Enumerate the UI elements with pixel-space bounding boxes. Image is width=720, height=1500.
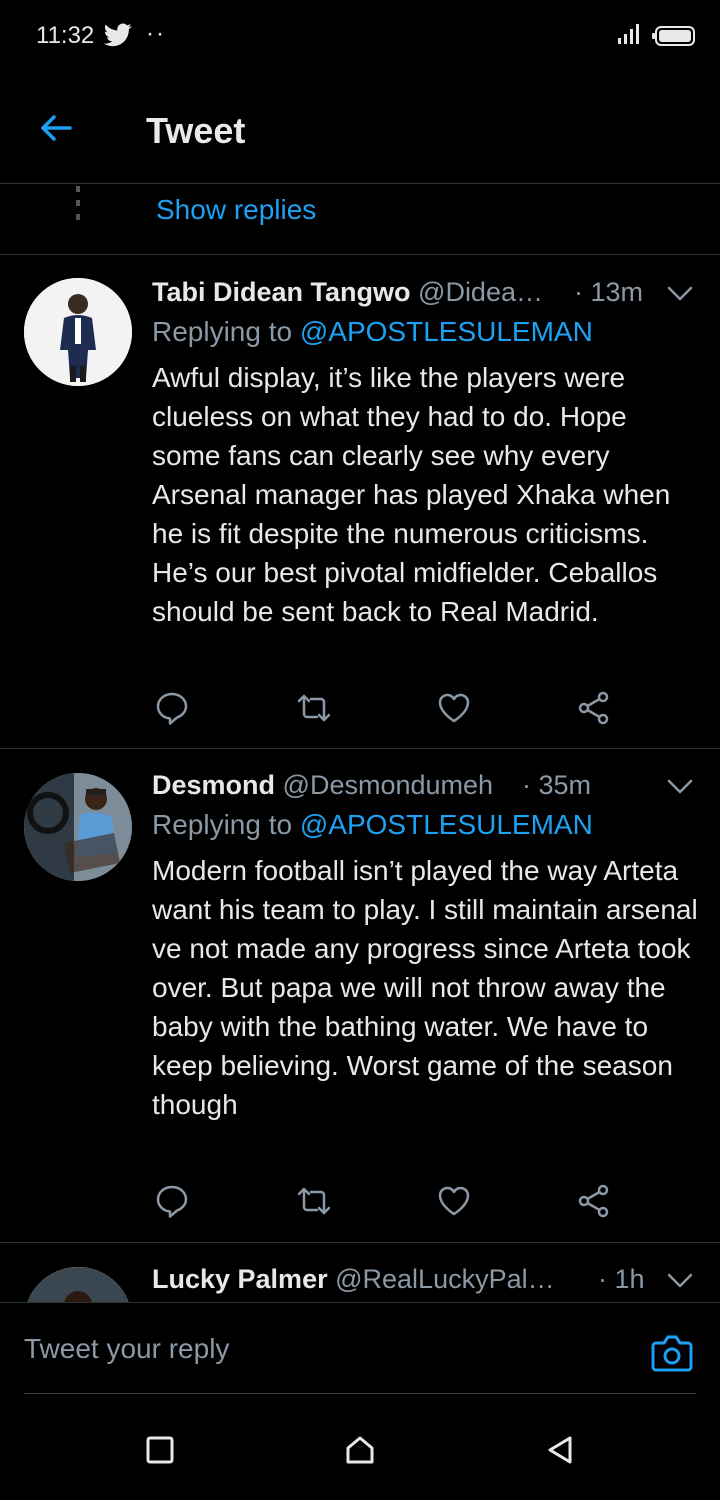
signal-icon	[618, 24, 639, 44]
twitter-bird-icon	[104, 23, 132, 47]
chevron-down-icon[interactable]	[666, 1271, 694, 1291]
status-bar: 11:32 ··	[0, 0, 720, 72]
reply-bar	[0, 1302, 720, 1395]
avatar[interactable]	[24, 278, 132, 386]
camera-icon[interactable]	[650, 1333, 694, 1373]
chevron-down-icon[interactable]	[666, 777, 694, 797]
avatar[interactable]	[24, 773, 132, 881]
battery-icon	[652, 26, 695, 46]
show-replies-link[interactable]: Show replies	[156, 194, 316, 226]
avatar-image	[24, 773, 132, 881]
retweet-icon[interactable]	[296, 690, 332, 726]
tweet-actions	[152, 690, 632, 730]
replying-to: Replying to @APOSTLESULEMAN	[152, 314, 593, 350]
share-icon[interactable]	[576, 1183, 612, 1219]
reply-input[interactable]	[24, 1333, 584, 1365]
reply-icon[interactable]	[154, 690, 190, 726]
author-handle[interactable]: @RealLuckyPal…	[335, 1264, 555, 1294]
show-replies-row: Show replies	[0, 184, 720, 255]
share-icon[interactable]	[576, 690, 612, 726]
tweet[interactable]: Lucky Palmer @RealLuckyPal… · 1h	[0, 1243, 720, 1302]
like-heart-icon[interactable]	[436, 690, 472, 726]
retweet-icon[interactable]	[296, 1183, 332, 1219]
tweet[interactable]: Tabi Didean Tangwo @Didea… · 13m Replyin…	[0, 256, 720, 749]
system-nav-bar	[0, 1394, 720, 1500]
reply-icon[interactable]	[154, 1183, 190, 1219]
tweet-actions	[152, 1183, 632, 1223]
tweet-time: · 1h	[598, 1264, 645, 1294]
author-name[interactable]: Lucky Palmer	[152, 1264, 328, 1294]
back-triangle-icon[interactable]	[544, 1434, 576, 1466]
tweet-time: · 35m	[522, 770, 592, 800]
author-name[interactable]: Tabi Didean Tangwo	[152, 277, 411, 307]
status-time: 11:32	[36, 22, 95, 49]
home-icon[interactable]	[344, 1434, 376, 1466]
like-heart-icon[interactable]	[436, 1183, 472, 1219]
avatar-image	[24, 278, 132, 386]
avatar[interactable]	[24, 1267, 132, 1302]
page-title: Tweet	[146, 110, 246, 151]
tweet-header: Desmond @Desmondumeh	[152, 767, 520, 803]
app-header: Tweet	[0, 72, 720, 184]
back-arrow-icon[interactable]	[36, 108, 76, 148]
replying-to: Replying to @APOSTLESULEMAN	[152, 807, 593, 843]
tweet-text: Awful display, it’s like the players wer…	[152, 362, 671, 627]
mention-link[interactable]: @APOSTLESULEMAN	[300, 316, 593, 347]
replying-prefix: Replying to	[152, 809, 293, 840]
tweet-text: Modern football isn’t played the way Art…	[152, 855, 698, 1120]
tweet-header: Tabi Didean Tangwo @Didea…	[152, 274, 570, 310]
notification-dots-icon: ··	[146, 20, 166, 47]
replying-prefix: Replying to	[152, 316, 293, 347]
author-handle[interactable]: @Didea…	[418, 277, 543, 307]
tweet-time: · 13m	[574, 277, 644, 307]
author-handle[interactable]: @Desmondumeh	[283, 770, 494, 800]
tweet-header: Lucky Palmer @RealLuckyPal…	[152, 1261, 570, 1297]
recent-apps-icon[interactable]	[144, 1434, 176, 1466]
chevron-down-icon[interactable]	[666, 284, 694, 304]
mention-link[interactable]: @APOSTLESULEMAN	[300, 809, 593, 840]
tweet[interactable]: Desmond @Desmondumeh · 35m Replying to @…	[0, 749, 720, 1243]
thread-dots-icon	[76, 186, 80, 220]
avatar-image	[24, 1267, 132, 1302]
author-name[interactable]: Desmond	[152, 770, 275, 800]
